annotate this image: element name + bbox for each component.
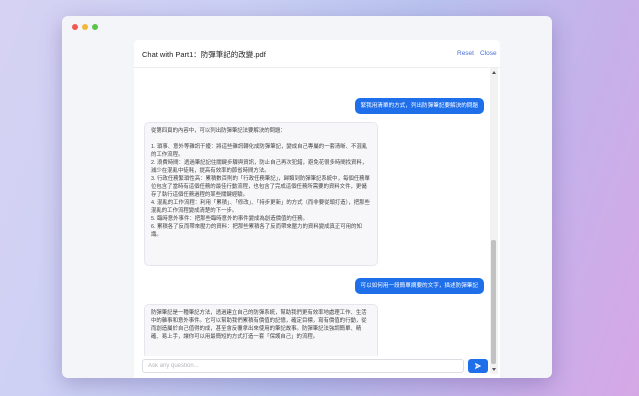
- window-titlebar: [62, 16, 552, 38]
- question-input[interactable]: [142, 359, 464, 373]
- assistant-message: 從第四頁的內容中，可以列出防彈筆記法要解決的問題： 1. 瑣事、意外等雜訊干擾：…: [144, 122, 378, 266]
- assistant-message: 防彈筆記是一種筆記方法，透過建立自己的防彈系統，幫助我們更有效率地處理工作、生活…: [144, 304, 378, 356]
- send-icon: [474, 362, 482, 370]
- chat-panel: Chat with Part1：防彈筆記的改變.pdf Reset Close …: [134, 40, 500, 378]
- reset-button[interactable]: Reset: [457, 50, 474, 57]
- close-button[interactable]: Close: [480, 50, 497, 57]
- assistant-message-text: 防彈筆記是一種筆記方法，透過建立自己的防彈系統，幫助我們更有效率地處理工作、生活…: [151, 310, 367, 340]
- assistant-message-text: 從第四頁的內容中，可以列出防彈筆記法要解決的問題： 1. 瑣事、意外等雜訊干擾：…: [151, 128, 370, 238]
- message-list: 緊我用清單的方式，列出防彈筆記要解決的問題 從第四頁的內容中，可以列出防彈筆記法…: [134, 68, 490, 356]
- app-window: Chat with Part1：防彈筆記的改變.pdf Reset Close …: [62, 16, 552, 378]
- user-message-text: 緊我用清單的方式，列出防彈筆記要解決的問題: [360, 103, 478, 109]
- scroll-up-arrow-icon[interactable]: [492, 71, 496, 74]
- user-message-text: 可以如何用一段簡單摘要的文字，描述防彈筆記: [360, 283, 478, 289]
- user-message: 緊我用清單的方式，列出防彈筆記要解決的問題: [354, 98, 484, 114]
- send-button[interactable]: [468, 359, 488, 373]
- chat-title: Chat with Part1：防彈筆記的改變.pdf: [142, 50, 266, 59]
- composer: [134, 356, 490, 378]
- message-scrollbar[interactable]: [490, 68, 498, 374]
- window-close-control[interactable]: [72, 24, 78, 30]
- scroll-down-arrow-icon[interactable]: [492, 368, 496, 371]
- scrollbar-thumb[interactable]: [491, 240, 496, 364]
- chat-header: Chat with Part1：防彈筆記的改變.pdf Reset Close: [134, 40, 500, 68]
- window-maximize-control[interactable]: [92, 24, 98, 30]
- user-message: 可以如何用一段簡單摘要的文字，描述防彈筆記: [354, 278, 484, 294]
- window-minimize-control[interactable]: [82, 24, 88, 30]
